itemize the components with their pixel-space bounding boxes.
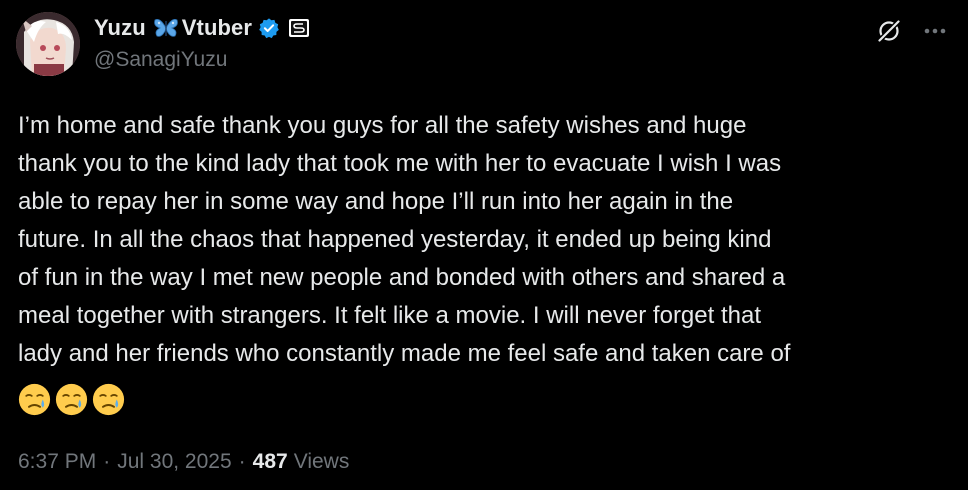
crying-face-emoji xyxy=(92,383,125,416)
display-name-prefix[interactable]: Yuzu xyxy=(94,15,146,41)
tweet-date[interactable]: Jul 30, 2025 xyxy=(117,450,231,474)
tweet-time[interactable]: 6:37 PM xyxy=(18,450,96,474)
meta-separator: · xyxy=(103,450,111,473)
grok-icon[interactable] xyxy=(876,18,902,44)
tweet-meta: 6:37 PM · Jul 30, 2025 · 487 Views xyxy=(18,450,349,474)
crying-face-emoji xyxy=(18,383,51,416)
crying-face-emoji xyxy=(55,383,88,416)
tweet-card: Yuzu Vtuber @SanagiYuzu I’m home and saf… xyxy=(0,0,968,490)
affiliate-badge-icon[interactable] xyxy=(288,18,310,38)
views-label: Views xyxy=(293,450,350,473)
tweet-header: Yuzu Vtuber @SanagiYuzu xyxy=(16,12,952,76)
butterfly-icon xyxy=(153,17,178,39)
more-horizontal-icon[interactable] xyxy=(922,18,948,44)
display-name-row[interactable]: Yuzu Vtuber xyxy=(94,14,310,42)
header-actions xyxy=(876,18,948,44)
author-names: Yuzu Vtuber @SanagiYuzu xyxy=(94,14,310,72)
views-count[interactable]: 487 xyxy=(253,450,288,474)
author-handle[interactable]: @SanagiYuzu xyxy=(94,48,310,72)
verified-badge-icon[interactable] xyxy=(258,17,280,39)
meta-separator: · xyxy=(238,450,246,473)
avatar[interactable] xyxy=(16,12,80,76)
tweet-text: I’m home and safe thank you guys for all… xyxy=(18,112,791,367)
tweet-emojis xyxy=(18,383,125,416)
display-name-suffix[interactable]: Vtuber xyxy=(182,15,252,41)
